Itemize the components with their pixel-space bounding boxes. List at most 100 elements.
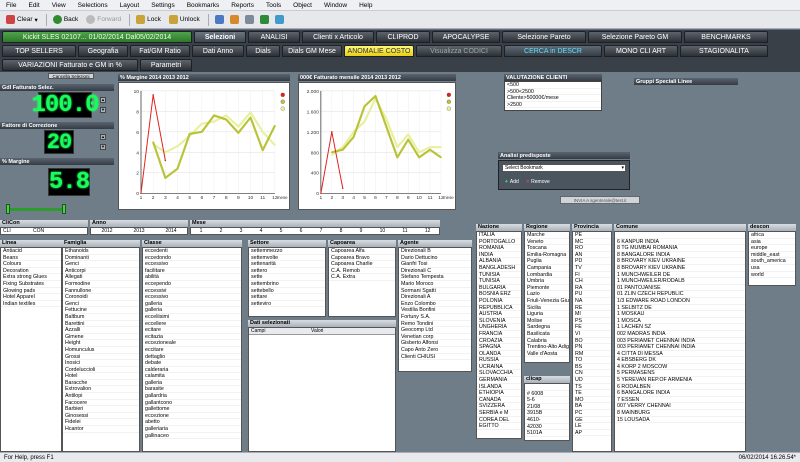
list-item[interactable]: Dominanti [63,255,139,262]
list-item[interactable]: Veneto [525,239,569,246]
list-item[interactable]: Hcantor [63,426,139,433]
mese-6[interactable]: 6 [300,228,303,234]
tab-benchmarks[interactable]: BENCHMARKS [684,31,768,43]
menu-bookmarks[interactable]: Bookmarks [181,2,226,9]
add-bookmark-button[interactable]: + Add [505,179,519,185]
list-item[interactable]: SVIZZERA [477,403,521,411]
tab-mono-cli-art[interactable]: MONO CLI ART [604,45,678,57]
list-item[interactable]: Barbieri [63,406,139,413]
mese-4[interactable]: 4 [260,228,263,234]
list-item[interactable]: Cordeluccioli [63,367,139,374]
list-item[interactable]: Facocere [63,400,139,407]
list-item[interactable]: 8 BROVARY KIEV UKRAINE [615,258,745,265]
list-item[interactable]: ROMANIA [477,245,521,252]
list-item[interactable]: TUNISIA [477,272,521,279]
mese-5[interactable]: 5 [280,228,283,234]
list-item[interactable]: Fortuny S.A. [399,314,471,321]
mese-1[interactable]: 1 [200,228,203,234]
list-item[interactable]: settembrino [249,281,325,288]
list-item[interactable]: eccependo [143,281,241,288]
list-item[interactable]: PU [573,291,611,298]
list-item[interactable]: Capoarea Charlie [329,261,395,268]
mese-8[interactable]: 8 [340,228,343,234]
list-item[interactable]: MO [573,397,611,404]
list-item[interactable]: Geocomp Ltd [399,327,471,334]
list-item[interactable]: settebello [249,288,325,295]
list-item[interactable]: Dario Dettucino [399,255,471,262]
list-item[interactable]: eccessivo [143,294,241,301]
list-item[interactable]: Capoarea Alfa [329,248,395,255]
list-item[interactable]: 6 KANPUR INDIA [615,239,745,246]
menu-reports[interactable]: Reports [225,2,260,9]
search-icon[interactable] [229,15,239,24]
menu-selections[interactable]: Selections [72,2,114,9]
list-item[interactable]: Emilia-Romagna [525,252,569,259]
list-item[interactable]: sette [249,274,325,281]
list-item[interactable]: PN [573,344,611,351]
list-item[interactable]: UD [573,377,611,384]
list-item[interactable]: C.A. Extra [329,274,395,281]
list-item[interactable]: GE [573,417,611,424]
list-item[interactable]: Capoarea Bravo [329,255,395,262]
tab-selezione-pareto[interactable]: Selezione Pareto [502,31,586,43]
list-item[interactable]: 003 PERIAMET CHENNAI INDIA [615,338,745,345]
list-item[interactable]: usa [749,265,795,272]
list-item[interactable]: INDIA [477,252,521,259]
list-item[interactable]: ITALIA [477,232,521,239]
list-item[interactable]: TE [573,390,611,397]
mese-2[interactable]: 2 [220,228,223,234]
list-item[interactable]: Anticorpi [63,268,139,275]
list-item[interactable]: Ginosessi [63,413,139,420]
list-item[interactable]: Baracche [63,380,139,387]
list-item[interactable]: FE [573,324,611,331]
list-item[interactable]: 1 SELBITZ DE [615,305,745,312]
list-item[interactable]: Fixing Substrates [1,281,61,288]
list-item[interactable]: 15 LOUSADA [615,417,745,424]
list-item[interactable]: AUSTRIA [477,311,521,318]
tab-dials[interactable]: Dials [246,45,280,57]
tab-stagionalita[interactable]: STAGIONALITA [680,45,768,57]
list-item[interactable]: Fettucine [63,307,139,314]
list-item[interactable]: 8 TG MUMBAI ROMANIA [615,245,745,252]
list-item[interactable]: Glowing pads [1,288,61,295]
list-item[interactable]: Extrovalion [63,386,139,394]
list-item[interactable]: Sicilia [525,305,569,312]
list-item[interactable]: Homunculus [63,347,139,354]
list-item[interactable]: gallinaceo [143,433,241,440]
menu-tools[interactable]: Tools [260,2,287,9]
list-item[interactable]: BO [573,338,611,345]
list-item[interactable]: ecitazia [143,334,241,341]
list-item[interactable]: eccessivo [143,261,241,268]
list-item[interactable]: UNGHERIA [477,324,521,331]
list-item[interactable]: Decoration [1,268,61,275]
margine-slider[interactable] [6,208,66,211]
list-item[interactable]: 01 ZLIN CZECH REPUBLIC [615,291,745,298]
list-item[interactable]: eccezione [143,413,241,420]
list-item[interactable]: BOSNIA ERZ [477,291,521,298]
menu-settings[interactable]: Settings [145,2,181,9]
menu-window[interactable]: Window [318,2,353,9]
list-item[interactable]: BS [573,364,611,371]
clicon-con[interactable]: CON [31,228,44,234]
menu-layout[interactable]: Layout [114,2,146,9]
list-item[interactable]: POLONIA [477,298,521,305]
list-item[interactable]: RM [573,351,611,358]
list-item[interactable]: Grossi [63,354,139,361]
list-item[interactable]: Campania [525,265,569,272]
list-item[interactable]: Venetian corp [399,334,471,341]
list-item[interactable]: PORTOGALLO [477,239,521,246]
list-item[interactable]: facilitare [143,268,241,275]
list-item[interactable]: Cliente>50000€/mese [505,95,601,102]
lock-button[interactable]: Lock [133,13,164,27]
tab-dati-anno[interactable]: Dati Anno [192,45,244,57]
mese-10[interactable]: 10 [380,228,386,234]
list-item[interactable]: <500 [505,82,601,89]
list-item[interactable]: Gisberto Alfonsi [399,340,471,347]
slider-handle-right[interactable] [62,204,66,214]
list-item[interactable]: PS [573,318,611,325]
list-item[interactable]: 1 MOSCA [615,318,745,325]
list-item[interactable]: 003 PERIAMET CHENNAI INDIA [615,344,745,351]
list-item[interactable]: africa [749,232,795,239]
list-item[interactable]: settenarità [249,261,325,268]
tab-variazioni[interactable]: VARIAZIONI Fatturato e GM in % [2,59,138,71]
